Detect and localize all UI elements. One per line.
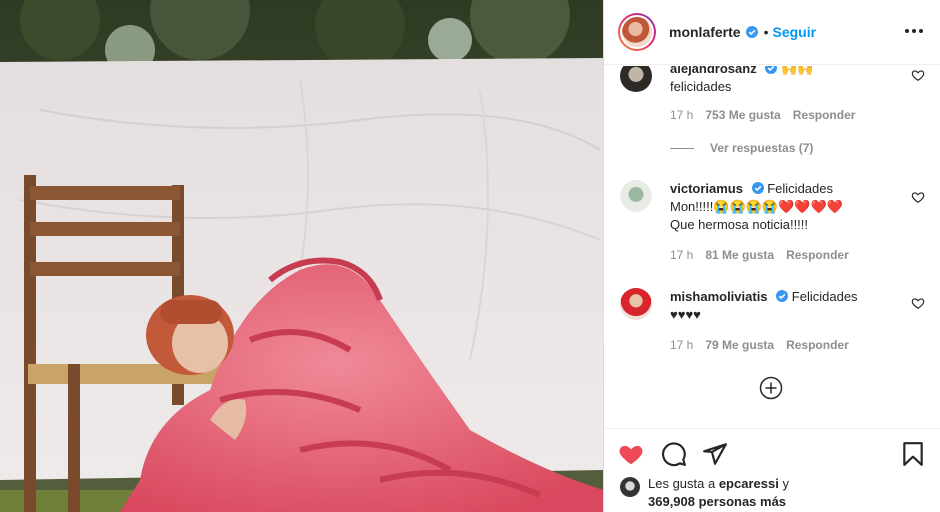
replies-divider: [670, 147, 694, 149]
likes-conjunction: y: [778, 476, 789, 491]
reply-button[interactable]: Responder: [786, 248, 849, 262]
comments-panel: monlaferte • Seguir alejandrosanz 🙌🙌 fel…: [603, 0, 940, 512]
plus-circle-icon[interactable]: [759, 376, 783, 400]
verified-badge-icon: [745, 26, 758, 38]
separator-dot: •: [763, 24, 769, 40]
comment-meta: 17 h 753 Me gusta Responder: [670, 108, 855, 122]
comment-meta: 17 h 81 Me gusta Responder: [670, 248, 849, 262]
comment-likes[interactable]: 753 Me gusta: [705, 108, 780, 122]
comment-meta: 17 h 79 Me gusta Responder: [670, 338, 849, 352]
comment-likes[interactable]: 79 Me gusta: [705, 338, 774, 352]
comment-text: mishamoliviatis Felicidades ♥♥♥♥: [670, 288, 895, 324]
likes-summary: Les gusta a epcaressi y 369,908 personas…: [620, 475, 789, 511]
comment-message: Mon!!!!!😭😭😭😭❤️❤️❤️❤️: [670, 199, 843, 214]
comment-item: alejandrosanz 🙌🙌 felicidades 17 h 753 Me…: [620, 66, 925, 160]
comment-message: Felicidades: [767, 181, 833, 196]
comment-time[interactable]: 17 h: [670, 248, 693, 262]
commenter-username[interactable]: victoriamus: [670, 181, 743, 196]
commenter-avatar[interactable]: [620, 288, 652, 320]
more-options-icon[interactable]: [905, 22, 923, 40]
comment-emoji: 🙌🙌: [780, 66, 814, 76]
reply-button[interactable]: Responder: [793, 108, 856, 122]
author-username[interactable]: monlaferte: [669, 24, 741, 40]
comment-likes[interactable]: 81 Me gusta: [705, 248, 774, 262]
heart-outline-icon[interactable]: [911, 68, 925, 82]
comment-message: felicidades: [670, 79, 732, 94]
comment-message: Felicidades: [791, 289, 858, 304]
photo-illustration: [0, 0, 603, 512]
view-replies-label: Ver respuestas (7): [710, 141, 814, 155]
comment-text: alejandrosanz 🙌🙌 felicidades: [670, 66, 895, 96]
bookmark-icon[interactable]: [900, 441, 926, 467]
reply-button[interactable]: Responder: [786, 338, 849, 352]
comment-bubble-icon[interactable]: [661, 441, 687, 467]
liker-avatar[interactable]: [620, 477, 640, 497]
verified-badge-icon: [776, 290, 789, 302]
liker-username[interactable]: epcaressi: [719, 476, 779, 491]
verified-badge-icon: [751, 182, 764, 194]
post-header: monlaferte • Seguir: [604, 0, 940, 65]
follow-button[interactable]: Seguir: [772, 24, 816, 40]
heart-outline-icon[interactable]: [911, 296, 925, 310]
heart-filled-icon[interactable]: [618, 441, 644, 467]
likes-text: Les gusta a epcaressi y 369,908 personas…: [648, 475, 789, 511]
commenter-avatar[interactable]: [620, 180, 652, 212]
post-actions: Les gusta a epcaressi y 369,908 personas…: [604, 428, 940, 512]
comment-item: mishamoliviatis Felicidades ♥♥♥♥ 17 h 79…: [620, 288, 925, 358]
heart-outline-icon[interactable]: [911, 190, 925, 204]
comment-time[interactable]: 17 h: [670, 108, 693, 122]
post-photo[interactable]: [0, 0, 603, 512]
commenter-username[interactable]: alejandrosanz: [670, 66, 757, 76]
verified-badge-icon: [765, 66, 778, 74]
likes-prefix: Les gusta a: [648, 476, 719, 491]
author-avatar[interactable]: [618, 13, 656, 51]
likes-count[interactable]: 369,908 personas más: [648, 494, 786, 509]
paper-plane-icon[interactable]: [702, 441, 728, 467]
comment-time[interactable]: 17 h: [670, 338, 693, 352]
comment-message: Que hermosa noticia!!!!!: [670, 217, 809, 232]
comment-text: victoriamus Felicidades Mon!!!!!😭😭😭😭❤️❤️…: [670, 180, 895, 234]
comment-message: ♥♥♥♥: [670, 307, 701, 322]
commenter-avatar[interactable]: [620, 66, 652, 92]
commenter-username[interactable]: mishamoliviatis: [670, 289, 768, 304]
view-replies-button[interactable]: Ver respuestas (7): [670, 141, 813, 155]
comments-list: alejandrosanz 🙌🙌 felicidades 17 h 753 Me…: [604, 66, 940, 428]
comment-item: victoriamus Felicidades Mon!!!!!😭😭😭😭❤️❤️…: [620, 180, 925, 270]
instagram-post-modal: monlaferte • Seguir alejandrosanz 🙌🙌 fel…: [0, 0, 940, 512]
